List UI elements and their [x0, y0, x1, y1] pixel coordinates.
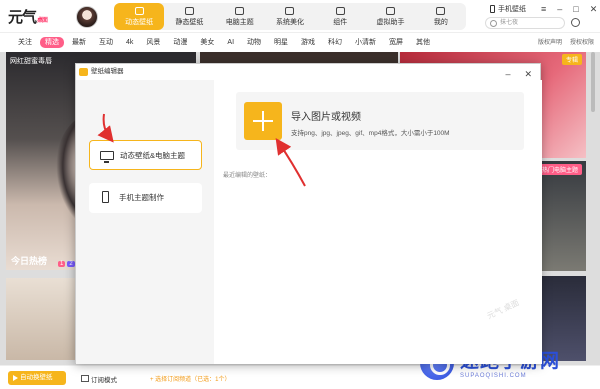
- page-badges: 12: [58, 261, 75, 267]
- brush-icon: [285, 6, 295, 15]
- category-item[interactable]: 小清新: [350, 37, 381, 48]
- main-nav: 动态壁纸 静态壁纸 电脑主题 系统美化 组件 虚拟助手 我的: [114, 3, 466, 30]
- paw-icon: [386, 6, 396, 15]
- tile-title: 网红甜蜜毒唇: [10, 58, 52, 65]
- badge[interactable]: 2: [67, 261, 75, 267]
- category-item[interactable]: 科幻: [323, 37, 347, 48]
- close-icon[interactable]: ✕: [590, 4, 598, 15]
- category-item[interactable]: 宽屏: [384, 37, 408, 48]
- settings-icon[interactable]: [571, 18, 580, 27]
- menu-icon[interactable]: ≡: [541, 4, 546, 15]
- grid-icon: [335, 6, 345, 15]
- dialog-titlebar: 壁纸编辑器 – ✕: [76, 64, 540, 80]
- minimize-icon[interactable]: –: [557, 4, 562, 15]
- upload-description: 支持png、jpg、jpeg、gif、mp4格式，大小需小于100M: [291, 130, 450, 137]
- app-logo: 元气桌面: [8, 8, 48, 26]
- category-item[interactable]: AI: [222, 37, 239, 48]
- scrollbar[interactable]: [591, 52, 595, 112]
- tab-system-beautify[interactable]: 系统美化: [265, 3, 315, 30]
- window-controls: ≡ – □ ✕: [541, 4, 597, 15]
- tab-virtual-assistant[interactable]: 虚拟助手: [365, 3, 415, 30]
- maximize-icon[interactable]: □: [573, 4, 578, 15]
- phone-wallpaper-link[interactable]: 手机壁纸: [490, 4, 526, 14]
- recent-edits-label: 最近编辑的壁纸：: [223, 173, 272, 179]
- play-icon: [134, 6, 144, 15]
- category-right-links: 版权声明 授权权限: [538, 37, 594, 46]
- category-item[interactable]: 精选: [40, 36, 64, 48]
- hot-list-label: 今日热榜: [11, 256, 48, 266]
- app-logo-icon: [79, 68, 88, 76]
- tab-widgets[interactable]: 组件: [315, 3, 365, 30]
- phone-icon: [490, 5, 495, 13]
- subscribe-mode-toggle[interactable]: 订阅模式: [81, 374, 117, 384]
- category-item[interactable]: 动漫: [168, 37, 192, 48]
- watermark-url: SUPAOQISHI.COM: [460, 373, 527, 379]
- user-icon: [436, 6, 446, 15]
- hot-theme-tag: 热门电脑主题: [537, 164, 582, 175]
- license-link[interactable]: 授权权限: [570, 37, 594, 46]
- search-input[interactable]: 抹七夜: [485, 17, 565, 29]
- album-tag: 专辑: [561, 54, 582, 65]
- wallpaper-editor-dialog: 壁纸编辑器 – ✕ 动态壁纸&电脑主题 手机主题制作 导入图片或视频 支持png、…: [75, 63, 542, 364]
- tab-pc-theme[interactable]: 电脑主题: [215, 3, 265, 30]
- editor-sidebar: 动态壁纸&电脑主题 手机主题制作: [76, 80, 214, 364]
- upload-title: 导入图片或视频: [291, 112, 361, 123]
- avatar[interactable]: [76, 6, 98, 28]
- tab-mine[interactable]: 我的: [416, 3, 466, 30]
- category-item[interactable]: 其他: [411, 37, 435, 48]
- category-item[interactable]: 互动: [94, 37, 118, 48]
- top-bar: 元气桌面 动态壁纸 静态壁纸 电脑主题 系统美化 组件 虚拟助手 我的 手机壁纸…: [0, 0, 600, 33]
- category-item[interactable]: 美女: [195, 37, 219, 48]
- auto-wallpaper-button[interactable]: 自动换壁纸: [8, 371, 66, 385]
- upload-area[interactable]: 导入图片或视频 支持png、jpg、jpeg、gif、mp4格式，大小需小于10…: [236, 92, 524, 150]
- monitor-icon: [100, 151, 114, 163]
- add-media-button[interactable]: [244, 102, 282, 140]
- category-item[interactable]: 4k: [121, 37, 138, 48]
- menu-dynamic-wallpaper-pc-theme[interactable]: 动态壁纸&电脑主题: [89, 140, 202, 170]
- phone-icon: [102, 191, 109, 203]
- dialog-title: 壁纸编辑器: [91, 68, 124, 75]
- category-item[interactable]: 动物: [242, 37, 266, 48]
- monitor-icon: [235, 6, 245, 15]
- tab-static-wallpaper[interactable]: 静态壁纸: [164, 3, 214, 30]
- category-bar: 关注 精选 最新 互动 4k 风景 动漫 美女 AI 动物 明星 游戏 科幻 小…: [0, 35, 600, 49]
- select-channel-link[interactable]: + 选择订阅频道（已选：1个）: [150, 374, 231, 383]
- image-icon: [184, 6, 194, 15]
- category-item[interactable]: 风景: [141, 37, 165, 48]
- menu-phone-theme[interactable]: 手机主题制作: [89, 183, 202, 213]
- category-item[interactable]: 明星: [269, 37, 293, 48]
- tab-dynamic-wallpaper[interactable]: 动态壁纸: [114, 3, 165, 30]
- category-item[interactable]: 关注: [13, 37, 37, 48]
- category-item[interactable]: 游戏: [296, 37, 320, 48]
- category-item[interactable]: 最新: [67, 37, 91, 48]
- copyright-link[interactable]: 版权声明: [538, 37, 562, 46]
- badge[interactable]: 1: [58, 261, 66, 267]
